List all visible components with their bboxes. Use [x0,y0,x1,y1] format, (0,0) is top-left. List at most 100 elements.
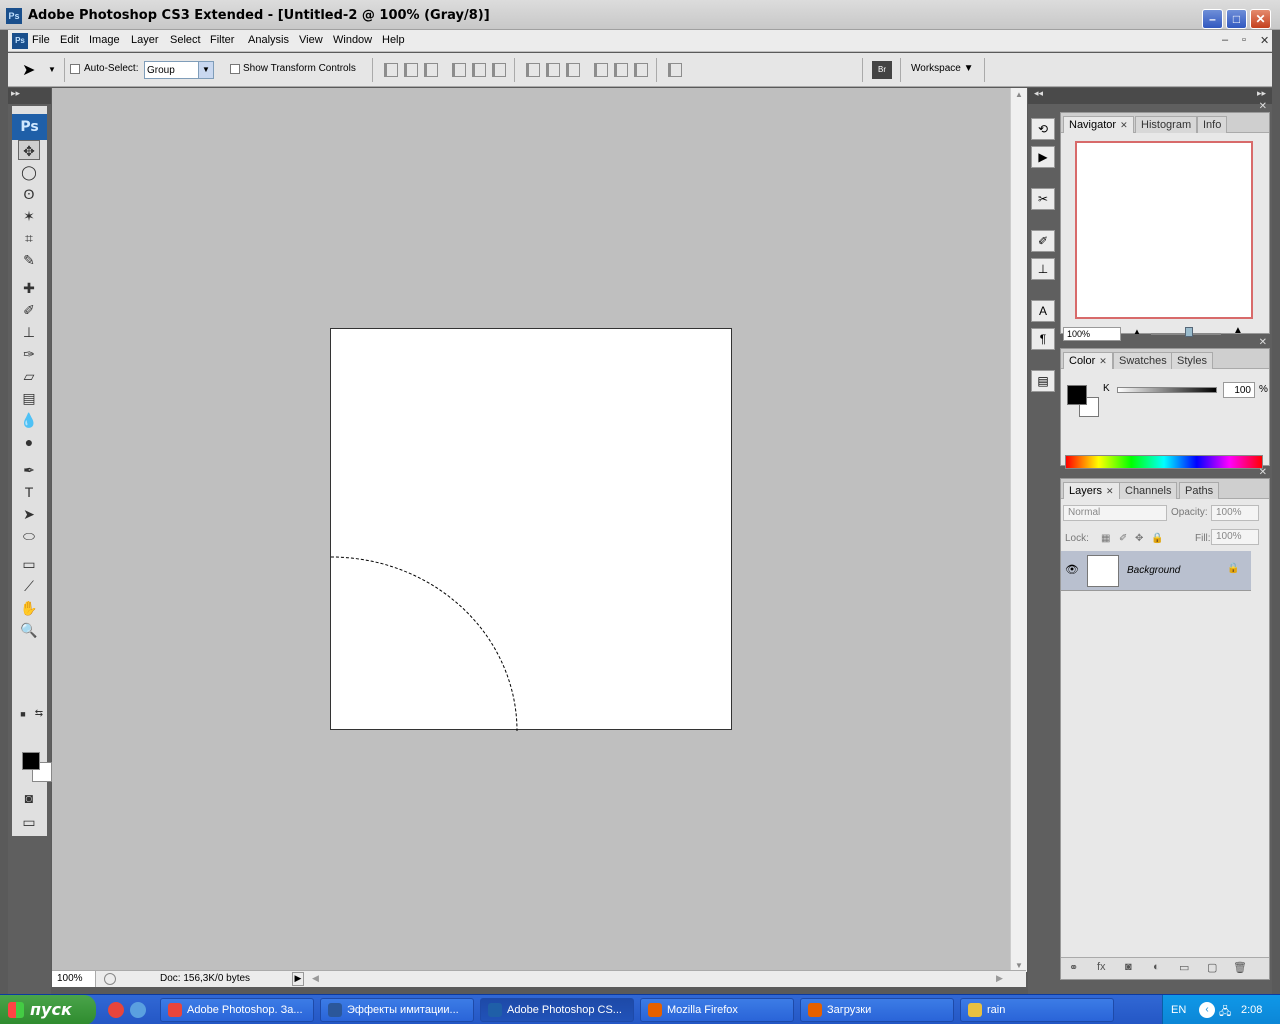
new-group-icon[interactable]: ▭ [1179,961,1189,974]
tab-channels[interactable]: Channels [1119,482,1178,499]
taskbar-button[interactable]: rain [960,998,1114,1022]
document-icon[interactable]: Ps [12,33,28,49]
channel-slider[interactable] [1117,387,1217,393]
hand-tool-icon[interactable]: ✋ [18,598,40,618]
blend-mode-dropdown[interactable]: Normal [1063,505,1167,521]
tab-layers[interactable]: Layers ✕ [1063,482,1120,499]
align-left-icon[interactable] [452,63,466,77]
ellipse-tool-icon[interactable]: ⬭ [18,526,40,546]
pen-tool-icon[interactable]: ✒ [18,460,40,480]
character-panel-icon[interactable]: A [1031,300,1055,322]
menu-help[interactable]: Help [382,34,405,46]
auto-select-checkbox[interactable] [70,64,80,74]
show-transform-checkbox[interactable] [230,64,240,74]
menu-filter[interactable]: Filter [210,34,234,46]
close-icon[interactable]: ✕ [1259,337,1267,348]
delete-layer-icon[interactable]: 🗑 [1233,961,1247,974]
status-arrow-icon[interactable]: ▶ [292,972,304,986]
align-top-icon[interactable] [384,63,398,77]
panels-header[interactable]: ▸▸ [1058,88,1272,104]
distribute-left-icon[interactable] [594,63,608,77]
eraser-tool-icon[interactable]: ▱ [18,366,40,386]
layer-comps-icon[interactable]: ▤ [1031,370,1055,392]
slider-handle[interactable] [1185,327,1193,337]
auto-align-icon[interactable] [668,63,682,77]
layer-row[interactable]: 👁 Background 🔒 [1061,551,1251,591]
distribute-top-icon[interactable] [526,63,540,77]
lock-all-icon[interactable]: 🔒 [1151,533,1163,544]
screen-mode-icon[interactable]: ▭ [18,812,40,832]
dodge-tool-icon[interactable]: ● [18,432,40,452]
add-mask-icon[interactable]: ◙ [1125,961,1132,973]
zoom-out-icon[interactable]: ▲ [1133,327,1141,336]
doc-restore-button[interactable]: ▫ [1242,34,1246,46]
tab-styles[interactable]: Styles [1171,352,1213,369]
menu-layer[interactable]: Layer [131,34,159,46]
chrome-icon[interactable] [108,1002,124,1018]
lock-transparent-icon[interactable]: ▦ [1101,533,1110,544]
close-icon[interactable]: ✕ [1259,467,1267,478]
doc-close-button[interactable]: ✕ [1260,34,1269,47]
notes-tool-icon[interactable]: ▭ [18,554,40,574]
gradient-tool-icon[interactable]: ▤ [18,388,40,408]
fill-field[interactable]: 100% [1211,529,1259,545]
eyedropper-tool-icon[interactable]: ⟋ [18,576,40,596]
move-tool-icon[interactable]: ✥ [18,140,40,160]
scroll-left-icon[interactable]: ◀ [312,973,319,984]
clone-source-icon[interactable]: ⊥ [1031,258,1055,280]
opacity-field[interactable]: 100% [1211,505,1259,521]
distribute-bottom-icon[interactable] [566,63,580,77]
close-button[interactable]: ✕ [1250,9,1271,29]
menu-analysis[interactable]: Analysis [248,34,289,46]
tray-expand-icon[interactable]: ‹ [1199,1002,1215,1018]
tab-navigator[interactable]: Navigator ✕ [1063,116,1134,133]
brushes-panel-icon[interactable]: ✐ [1031,230,1055,252]
vertical-scrollbar[interactable]: ▲ ▼ [1010,88,1027,972]
align-right-icon[interactable] [492,63,506,77]
healing-brush-tool-icon[interactable]: ✚ [18,278,40,298]
history-brush-tool-icon[interactable]: ✑ [18,344,40,364]
tool-presets-icon[interactable]: ✂ [1031,188,1055,210]
zoom-in-icon[interactable]: ▲ [1233,325,1243,336]
tab-paths[interactable]: Paths [1179,482,1220,499]
adjustment-layer-icon[interactable]: ◐ [1153,961,1160,973]
foreground-color-swatch[interactable] [22,752,40,770]
doc-minimize-button[interactable]: – [1222,34,1228,46]
link-layers-icon[interactable]: ⚭ [1069,961,1078,974]
color-spectrum-bar[interactable] [1065,455,1263,469]
auto-select-dropdown[interactable]: Group ▼ [144,61,214,79]
actions-panel-icon[interactable]: ▶ [1031,146,1055,168]
bridge-icon[interactable]: Br [872,61,892,79]
workspace-button[interactable]: Workspace ▼ [911,63,974,74]
path-selection-tool-icon[interactable]: ➤ [18,504,40,524]
taskbar-button[interactable]: Mozilla Firefox [640,998,794,1022]
swap-colors-icon[interactable]: ⇆ [28,704,50,724]
distribute-hcenter-icon[interactable] [614,63,628,77]
taskbar-button[interactable]: Adobe Photoshop CS... [480,998,634,1022]
brush-tool-icon[interactable]: ✐ [18,300,40,320]
navigator-preview[interactable] [1075,141,1253,319]
zoom-tool-icon[interactable]: 🔍 [18,620,40,640]
distribute-right-icon[interactable] [634,63,648,77]
ie-icon[interactable] [130,1002,146,1018]
tab-histogram[interactable]: Histogram [1135,116,1198,133]
menu-select[interactable]: Select [170,34,201,46]
distribute-vcenter-icon[interactable] [546,63,560,77]
status-menu-icon[interactable] [104,973,116,985]
scroll-right-icon[interactable]: ▶ [996,973,1003,984]
menu-view[interactable]: View [299,34,323,46]
magic-wand-tool-icon[interactable]: ✶ [18,206,40,226]
clone-stamp-tool-icon[interactable]: ⊥ [18,322,40,342]
lock-image-icon[interactable]: ✐ [1119,533,1127,544]
navigator-zoom-field[interactable]: 100% [1063,327,1121,341]
new-layer-icon[interactable]: ▢ [1207,961,1217,974]
tools-panel-header[interactable]: ▸▸ [8,88,51,104]
tab-color[interactable]: Color ✕ [1063,352,1113,369]
menu-window[interactable]: Window [333,34,372,46]
minimize-button[interactable]: – [1202,9,1223,29]
taskbar-button[interactable]: Adobe Photoshop. За... [160,998,314,1022]
zoom-field[interactable]: 100% [52,971,96,987]
tab-swatches[interactable]: Swatches [1113,352,1173,369]
tab-info[interactable]: Info [1197,116,1228,133]
menu-image[interactable]: Image [89,34,120,46]
